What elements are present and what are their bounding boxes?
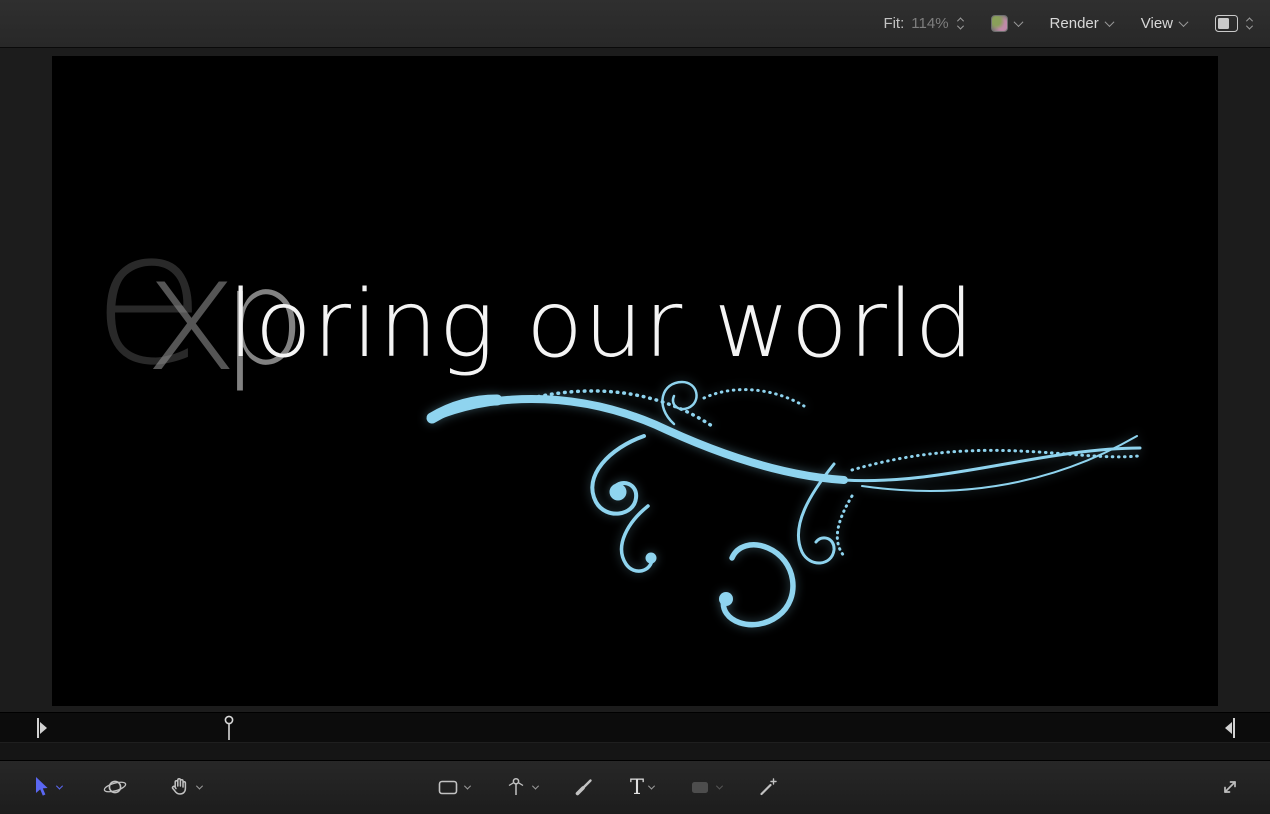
tool-select-transform[interactable] (28, 771, 64, 803)
chevron-down-icon (715, 782, 724, 790)
chevron-down-icon (1104, 17, 1115, 28)
tool-bezier[interactable] (502, 771, 540, 803)
expand-canvas-button[interactable] (1216, 771, 1244, 803)
tool-adjust-item[interactable] (754, 771, 782, 803)
playhead[interactable] (223, 715, 235, 741)
channel-display-dropdown[interactable] (990, 15, 1023, 32)
tool-paint-stroke[interactable] (570, 771, 598, 803)
render-menu-label: Render (1049, 15, 1099, 32)
fit-label: Fit: (883, 15, 905, 32)
chevron-down-icon[interactable] (647, 782, 656, 790)
tool-3d-transform[interactable] (100, 771, 130, 803)
chevron-down-icon[interactable] (463, 782, 472, 790)
zoom-control[interactable]: Fit: 114% (883, 15, 964, 32)
view-menu[interactable]: View (1140, 15, 1189, 32)
canvas[interactable]: e x p loring our world (52, 56, 1218, 706)
wand-sparkle-icon (760, 778, 777, 796)
bezier-point-icon (508, 777, 524, 795)
zoom-value: 114% (911, 15, 949, 32)
paint-stroke-icon (575, 779, 592, 796)
tool-pan[interactable] (166, 771, 204, 803)
layout-icon (1215, 15, 1238, 32)
timeline-spacer (0, 742, 1270, 760)
expand-arrows-icon (1224, 781, 1236, 793)
color-channels-icon (990, 15, 1008, 32)
tool-text[interactable]: T (628, 773, 656, 802)
canvas-area: e x p loring our world (0, 48, 1270, 712)
canvas-toolbar: Fit: 114% Render View (0, 0, 1270, 48)
view-menu-label: View (1140, 15, 1173, 32)
mask-icon (692, 782, 709, 793)
chevron-down-icon[interactable] (531, 782, 540, 790)
layout-stepper-icon[interactable] (1245, 17, 1254, 30)
mini-timeline[interactable] (0, 712, 1270, 742)
render-menu[interactable]: Render (1049, 15, 1115, 32)
flourish-graphic (426, 380, 1142, 628)
tool-bar: T (0, 760, 1270, 813)
chevron-down-icon (1178, 17, 1189, 28)
zoom-stepper-icon[interactable] (956, 17, 964, 30)
rectangle-icon (438, 780, 458, 795)
window-layout-control[interactable] (1215, 15, 1254, 32)
chevron-down-icon[interactable] (55, 782, 64, 790)
chevron-down-icon[interactable] (195, 782, 204, 790)
play-range-in-marker[interactable] (36, 716, 49, 740)
tool-mask[interactable] (686, 771, 724, 803)
text-tool-icon: T (630, 774, 645, 799)
play-range-out-marker[interactable] (1223, 716, 1236, 740)
tool-rectangle[interactable] (434, 771, 472, 803)
cursor-arrow-icon (36, 777, 48, 796)
hand-icon (171, 778, 187, 795)
chevron-down-icon (1013, 17, 1023, 28)
orbit-sphere-icon (103, 780, 127, 794)
